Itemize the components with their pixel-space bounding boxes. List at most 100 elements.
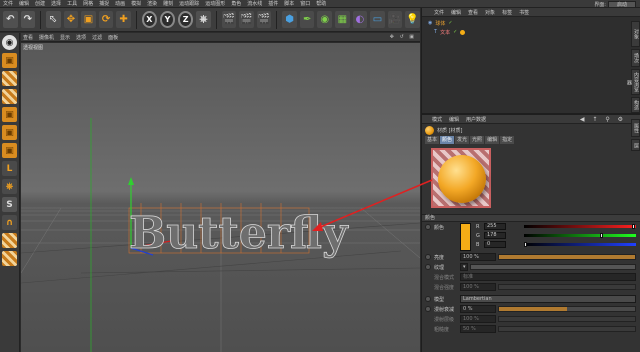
diffuse-falloff-input[interactable]: 0 %: [460, 305, 496, 313]
object-row-text[interactable]: T 文本 ✓: [434, 28, 466, 36]
menu-help[interactable]: 帮助: [313, 0, 329, 7]
tab-color[interactable]: 颜色: [440, 136, 455, 144]
scale-icon[interactable]: ▣: [81, 11, 96, 28]
texture-slot[interactable]: [470, 264, 636, 270]
menu-pipeline[interactable]: 流水线: [244, 0, 265, 7]
attr-nav-icons[interactable]: ◀ ↑ ⚲ ⚙: [580, 116, 626, 123]
make-editable-icon[interactable]: ◉: [2, 35, 17, 50]
menu-file[interactable]: 文件: [0, 0, 16, 7]
model-dropdown[interactable]: Lambertian: [460, 295, 636, 303]
menu-simulate[interactable]: 模拟: [128, 0, 144, 7]
channel-slider-knob[interactable]: [599, 233, 603, 238]
undo-icon[interactable]: ↶: [3, 11, 18, 28]
channel-slider-track[interactable]: [524, 234, 636, 237]
attr-menu-user-data[interactable]: 用户数据: [466, 116, 486, 123]
redo-icon[interactable]: ↷: [20, 11, 36, 28]
layout-dropdown[interactable]: 启动: [607, 0, 636, 8]
tab-editor[interactable]: 编辑: [485, 136, 500, 144]
viewport-menu-display[interactable]: 显示: [60, 34, 70, 41]
tab-assignment[interactable]: 指定: [500, 136, 515, 144]
menu-script[interactable]: 脚本: [281, 0, 297, 7]
menu-mograph[interactable]: 运动图形: [202, 0, 228, 7]
menu-sculpt[interactable]: 雕刻: [160, 0, 176, 7]
move-icon[interactable]: ✥: [63, 11, 79, 28]
axis-x-button[interactable]: X: [141, 11, 157, 28]
polygons-mode-icon[interactable]: ▣: [2, 143, 17, 158]
channel-slider-knob[interactable]: [632, 224, 635, 229]
menu-tools[interactable]: 工具: [64, 0, 80, 7]
menu-character[interactable]: 角色: [228, 0, 244, 7]
texture-mode-icon[interactable]: [2, 71, 17, 86]
material-preview[interactable]: [431, 148, 491, 208]
menu-mesh[interactable]: 网格: [80, 0, 96, 7]
brightness-keyframe-radio[interactable]: [425, 254, 431, 260]
blend-strength-input[interactable]: 100 %: [460, 283, 496, 291]
side-tab-layers[interactable]: 层: [631, 139, 640, 151]
tab-basic[interactable]: 基本: [425, 136, 440, 144]
texture-keyframe-radio[interactable]: [425, 264, 431, 270]
roughness-slider[interactable]: [498, 326, 636, 332]
snap-icon[interactable]: S: [2, 197, 17, 212]
menu-plugins[interactable]: 插件: [265, 0, 281, 7]
lock-workplane-icon[interactable]: [2, 233, 17, 248]
side-tab-content-browser[interactable]: 内容浏览器: [626, 69, 640, 95]
viewport-menu-view[interactable]: 查看: [23, 34, 33, 41]
object-menu-objects[interactable]: 对象: [485, 9, 495, 16]
diffuse-falloff-keyframe-radio[interactable]: [425, 306, 431, 312]
viewport[interactable]: 透视视图 Butterfly: [21, 43, 420, 352]
tab-luminance[interactable]: 发光: [455, 136, 470, 144]
side-tab-takes[interactable]: 场次: [631, 49, 640, 67]
floor-icon[interactable]: ▭: [370, 11, 385, 28]
side-tab-structure[interactable]: 构造: [631, 97, 640, 113]
tab-illumination[interactable]: 光照: [470, 136, 485, 144]
channel-value-input[interactable]: 178: [484, 232, 506, 239]
visibility-check-icon[interactable]: ✓: [453, 29, 457, 35]
menu-create[interactable]: 创建: [32, 0, 48, 7]
menu-animate[interactable]: 动画: [112, 0, 128, 7]
diffuse-falloff-slider[interactable]: [498, 306, 636, 312]
object-row-sphere[interactable]: ◉ 球体 ✓: [428, 19, 453, 27]
viewport-menu-cameras[interactable]: 摄像机: [39, 34, 54, 41]
viewport-menu-panel[interactable]: 面板: [108, 34, 118, 41]
axis-z-button[interactable]: Z: [178, 11, 194, 28]
select-arrow-icon[interactable]: ⬁: [46, 11, 61, 28]
rotate-icon[interactable]: ⟳: [98, 11, 114, 28]
tweak-mode-icon[interactable]: ⎈: [2, 179, 17, 194]
array-icon[interactable]: ▦: [335, 11, 350, 28]
roughness-input[interactable]: 50 %: [460, 325, 496, 333]
attr-menu-mode[interactable]: 模式: [432, 116, 442, 123]
workplane-icon[interactable]: [2, 89, 17, 104]
side-tab-objects[interactable]: 对象: [631, 21, 640, 47]
pen-spline-icon[interactable]: ✒: [299, 11, 315, 28]
object-name[interactable]: 球体: [435, 20, 445, 27]
object-name[interactable]: 文本: [440, 29, 450, 36]
color-keyframe-radio[interactable]: [425, 224, 431, 230]
subdivision-icon[interactable]: ◉: [317, 11, 332, 28]
camera-icon[interactable]: 🎥: [387, 11, 403, 28]
menu-edit[interactable]: 编辑: [16, 0, 32, 7]
brightness-slider[interactable]: [498, 254, 636, 260]
brightness-input[interactable]: 100 %: [460, 253, 496, 261]
object-menu-bookmarks[interactable]: 书签: [519, 9, 529, 16]
light-icon[interactable]: 💡: [405, 11, 420, 28]
channel-value-input[interactable]: 0: [484, 241, 506, 248]
coordinate-system-icon[interactable]: ⎈: [196, 11, 211, 28]
magnet-icon[interactable]: ∩: [2, 215, 17, 230]
channel-value-input[interactable]: 255: [484, 223, 506, 230]
menu-snap[interactable]: 捕捉: [96, 0, 112, 7]
object-menu-tags[interactable]: 标签: [502, 9, 512, 16]
viewport-nav-icons[interactable]: ✥ ↺ ▣: [390, 34, 416, 40]
axis-y-button[interactable]: Y: [159, 11, 176, 28]
channel-slider-knob[interactable]: [524, 242, 527, 247]
texture-dropdown-arrow[interactable]: ▾: [460, 263, 468, 271]
render-view-icon[interactable]: 🎬: [221, 11, 237, 28]
model-keyframe-radio[interactable]: [425, 296, 431, 302]
diffuse-level-slider[interactable]: [498, 316, 636, 322]
viewport-menu-options[interactable]: 选项: [76, 34, 86, 41]
axis-mode-icon[interactable]: L: [2, 161, 17, 176]
channel-slider-track[interactable]: [524, 225, 636, 228]
attr-menu-edit[interactable]: 编辑: [449, 116, 459, 123]
menu-motion-tracking[interactable]: 运动跟踪: [176, 0, 202, 7]
grid-icon[interactable]: [2, 251, 17, 266]
viewport-menu-filter[interactable]: 过滤: [92, 34, 102, 41]
